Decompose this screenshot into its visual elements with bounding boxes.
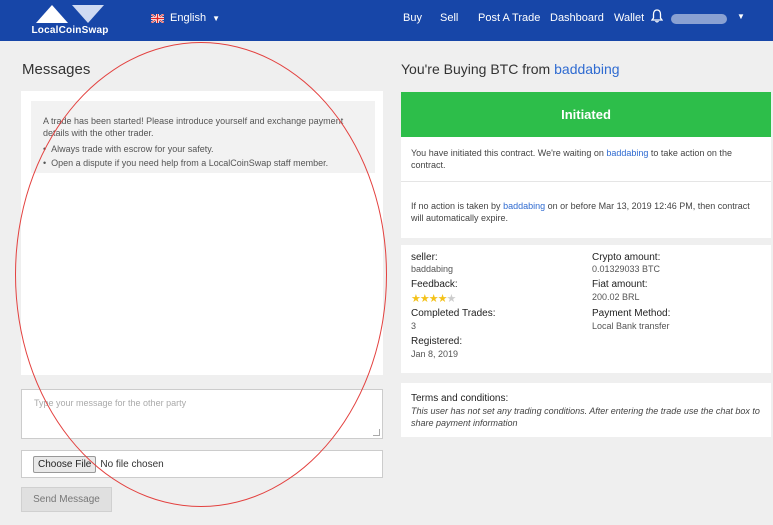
registered-value: Jan 8, 2019 [411,349,459,359]
terms-title: Terms and conditions: [411,393,509,404]
nav-buy[interactable]: Buy [403,12,422,24]
trade-details-box: seller: baddabing Feedback: ★★★★★ Comple… [401,245,771,373]
system-tip: Open a dispute if you need help from a L… [43,157,375,169]
resize-handle-icon[interactable] [373,429,380,436]
waiting-message: You have initiated this contract. We're … [411,147,761,171]
system-message: A trade has been started! Please introdu… [31,101,375,173]
payment-method-label: Payment Method: [592,308,671,319]
waiting-text: You have initiated this contract. We're … [411,148,607,158]
completed-trades-value: 3 [411,321,417,331]
star-filled-icon: ★ [411,293,421,305]
star-filled-icon: ★ [428,293,439,305]
trade-heading: You're Buying BTC from baddabing [401,61,620,77]
system-message-intro: A trade has been started! Please introdu… [43,116,344,138]
language-selector[interactable]: English ▼ [151,12,220,24]
chevron-down-icon: ▼ [212,13,220,23]
logo-icon [36,5,104,23]
registered-label: Registered: [411,336,463,347]
expiry-message: If no action is taken by baddabing on or… [411,200,761,224]
crypto-amount-value: 0.01329033 BTC [592,264,661,274]
divider [401,181,771,182]
counterparty-link[interactable]: baddabing [503,201,545,211]
chevron-down-icon[interactable]: ▼ [737,12,745,21]
payment-method-value: Local Bank transfer [592,321,670,331]
uk-flag-icon [151,13,164,23]
trade-info-box: You have initiated this contract. We're … [401,137,771,238]
terms-box: Terms and conditions: This user has not … [401,383,771,437]
fiat-amount-label: Fiat amount: [592,279,648,290]
seller-label: seller: [411,252,438,263]
completed-trades-label: Completed Trades: [411,308,496,319]
star-filled-icon: ★ [419,293,430,305]
message-input[interactable]: Type your message for the other party [21,389,383,439]
send-message-button[interactable]: Send Message [21,487,112,512]
trade-heading-text: You're Buying BTC from [401,61,555,77]
fiat-amount-value: 200.02 BRL [592,292,640,302]
system-tip: Always trade with escrow for your safety… [43,143,375,155]
nav-dashboard[interactable]: Dashboard [550,12,604,24]
file-upload[interactable]: Choose File No file chosen [21,450,383,478]
terms-text: This user has not set any trading condit… [411,406,760,428]
bell-icon[interactable] [651,9,663,23]
trade-status-banner: Initiated [401,92,771,137]
top-navbar: LocalCoinSwap English ▼ Buy Sell Post A … [0,0,773,41]
star-filled-icon: ★ [437,293,448,305]
system-tips-list: Always trade with escrow for your safety… [31,143,375,169]
user-menu-blurred[interactable] [671,14,727,24]
nav-wallet[interactable]: Wallet [614,12,644,24]
message-history-panel: A trade has been started! Please introdu… [21,91,383,375]
language-label: English [170,12,207,24]
logo-text: LocalCoinSwap [31,25,109,36]
nav-sell[interactable]: Sell [440,12,458,24]
star-empty-icon: ★ [446,293,457,305]
counterparty-link[interactable]: baddabing [554,61,619,77]
nav-post-a-trade[interactable]: Post A Trade [478,12,540,24]
message-input-placeholder: Type your message for the other party [34,398,187,408]
seller-value: baddabing [411,264,454,274]
messages-title: Messages [22,61,91,78]
counterparty-link[interactable]: baddabing [606,148,648,158]
choose-file-button[interactable]: Choose File [33,455,97,473]
feedback-label: Feedback: [411,279,458,290]
expiry-text: If no action is taken by [411,201,504,211]
feedback-stars: ★★★★★ [411,292,457,305]
crypto-amount-label: Crypto amount: [592,252,661,263]
logo[interactable]: LocalCoinSwap [20,3,120,39]
no-file-text: No file chosen [100,458,164,470]
